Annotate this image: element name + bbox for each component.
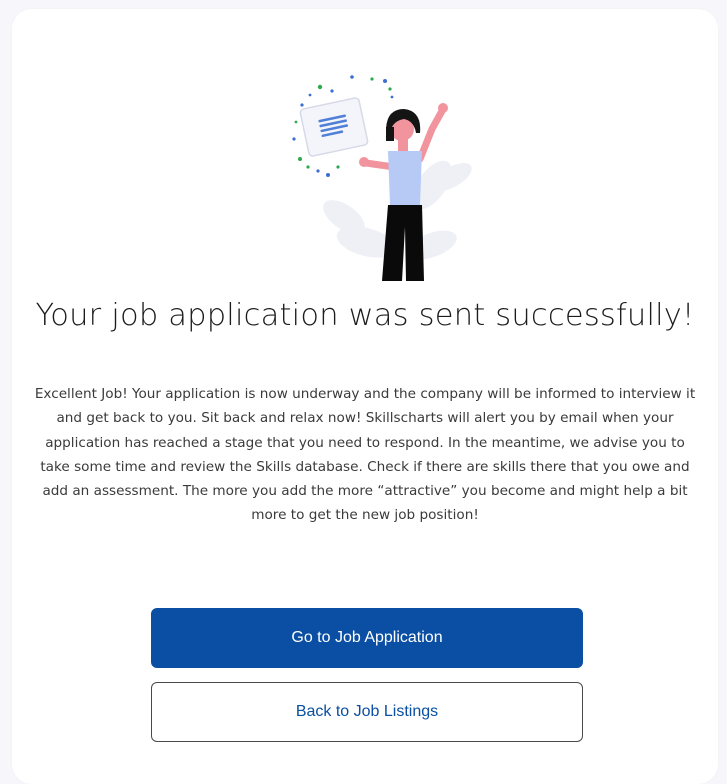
back-to-job-listings-label: Back to Job Listings [295, 703, 439, 720]
confirmation-card: Your job application was sent successful… [12, 9, 718, 784]
back-to-job-listings-button[interactable]: Back to Job Listings [151, 682, 583, 742]
document-icon [299, 97, 369, 157]
celebration-illustration [292, 75, 472, 281]
go-to-job-application-label: Go to Job Application [291, 629, 443, 646]
page-title: Your job application was sent successful… [35, 298, 695, 333]
confirmation-message: Excellent Job! Your application is now u… [34, 386, 696, 524]
go-to-job-application-button[interactable]: Go to Job Application [151, 608, 583, 668]
